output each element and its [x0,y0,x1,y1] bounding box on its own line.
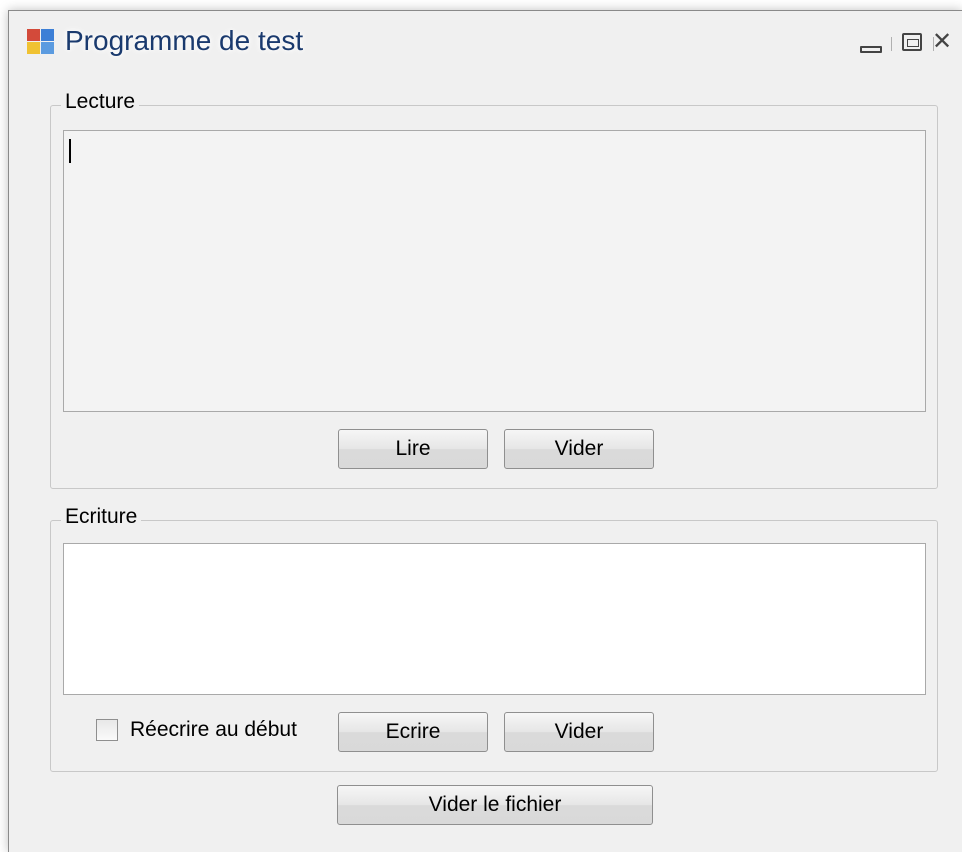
window-title: Programme de test [65,25,304,56]
lecture-legend: Lecture [61,90,140,114]
minimize-icon [860,45,882,53]
lecture-textbox[interactable] [63,130,926,412]
ecriture-textbox[interactable] [63,543,926,695]
ecriture-legend: Ecriture [61,505,142,529]
maximize-button[interactable] [895,29,929,55]
close-button[interactable]: ✕ [925,29,959,55]
ecriture-clear-button[interactable]: Vider [504,712,654,752]
app-window: Programme de test ✕ Lecture Lire Vider E… [8,10,962,852]
rewrite-at-start-label: Réecrire au début [130,718,297,741]
text-caret [69,139,71,163]
clear-file-button[interactable]: Vider le fichier [337,785,653,825]
ecriture-group: Ecriture Réecrire au début Ecrire Vider [50,505,938,772]
minimize-button[interactable] [854,29,888,55]
maximize-icon [902,33,922,51]
lecture-clear-button[interactable]: Vider [504,429,654,469]
title-bar[interactable]: Programme de test ✕ [9,11,962,65]
rewrite-at-start-checkbox[interactable] [96,719,118,741]
app-icon [27,29,55,55]
lecture-group: Lecture Lire Vider [50,90,938,489]
caption-separator [891,37,892,51]
read-button[interactable]: Lire [338,429,488,469]
close-icon: ✕ [931,28,953,55]
write-button[interactable]: Ecrire [338,712,488,752]
